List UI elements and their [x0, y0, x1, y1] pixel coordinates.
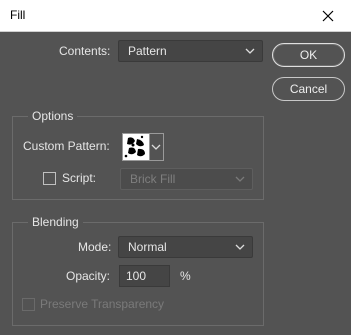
mode-select-value: Normal [128, 240, 167, 254]
chevron-down-icon [151, 144, 161, 150]
script-label: Script: [62, 171, 97, 185]
script-select[interactable]: Brick Fill [120, 168, 253, 190]
ok-button[interactable]: OK [272, 43, 345, 67]
mode-label: Mode: [78, 240, 112, 254]
custom-pattern-label: Custom Pattern: [23, 139, 110, 153]
mode-select[interactable]: Normal [118, 236, 253, 258]
contents-select-value: Pattern [128, 44, 167, 58]
opacity-unit: % [180, 269, 191, 283]
opacity-input[interactable]: 100 [119, 265, 170, 287]
preserve-transparency-label: Preserve Transparency [40, 297, 165, 311]
chevron-down-icon [245, 48, 255, 54]
contents-select[interactable]: Pattern [118, 40, 263, 62]
script-select-value: Brick Fill [130, 172, 176, 186]
chevron-down-icon [235, 176, 245, 182]
blending-group-label: Blending [28, 215, 83, 229]
contents-label: Contents: [59, 44, 111, 58]
options-group-label: Options [28, 109, 78, 123]
window-title: Fill [10, 8, 26, 22]
script-checkbox[interactable] [43, 172, 56, 185]
pattern-swatch[interactable] [122, 133, 150, 161]
pattern-picker-button[interactable] [150, 133, 164, 161]
close-icon [322, 10, 334, 21]
opacity-label: Opacity: [66, 269, 111, 283]
chevron-down-icon [235, 244, 245, 250]
pattern-thumbnail [123, 134, 149, 160]
close-button[interactable] [305, 0, 351, 31]
cancel-button[interactable]: Cancel [272, 77, 345, 101]
title-bar: Fill [0, 0, 351, 32]
preserve-transparency-checkbox[interactable] [22, 298, 35, 311]
